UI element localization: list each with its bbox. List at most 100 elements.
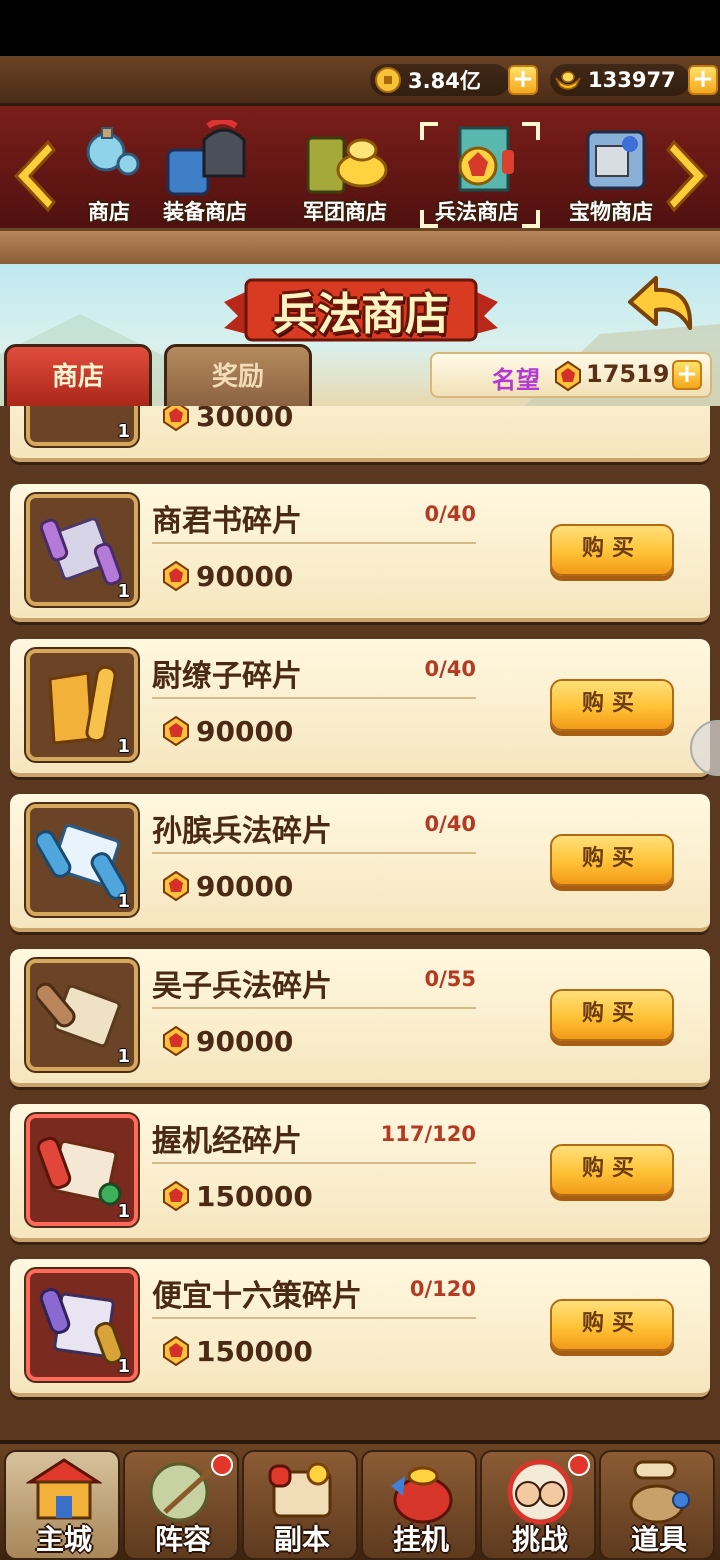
divider xyxy=(152,697,476,699)
item-slot[interactable]: 1 xyxy=(26,649,138,761)
nav-idle[interactable]: 挂机 xyxy=(361,1450,477,1560)
add-coin-button[interactable]: + xyxy=(508,65,538,95)
item-price: 150000 xyxy=(196,1180,313,1213)
item-price: 90000 xyxy=(196,560,294,593)
treasure-icon xyxy=(586,130,646,190)
buy-button[interactable]: 购买 xyxy=(550,679,674,731)
list-item: 1 握机经碎片 117/120 150000 购买 xyxy=(10,1104,710,1242)
tab-legion-shop-label: 军团商店 xyxy=(303,200,387,224)
scroll-bag-icon xyxy=(629,1460,690,1524)
nav-label: 道具 xyxy=(630,1523,687,1556)
item-price: 30000 xyxy=(196,406,294,433)
divider xyxy=(152,1317,476,1319)
tab-war-book-shop[interactable]: 兵法商店 xyxy=(412,120,542,228)
item-count: 1 xyxy=(117,1046,130,1067)
fame-gem-icon xyxy=(163,870,189,902)
notification-badge xyxy=(211,1454,233,1476)
tab-treasure-shop[interactable]: 宝物商店 xyxy=(546,120,676,228)
notification-badge xyxy=(568,1454,590,1476)
item-slot[interactable]: 1 xyxy=(26,959,138,1071)
nav-label: 副本 xyxy=(273,1523,330,1556)
item-slot[interactable]: 1 xyxy=(26,804,138,916)
nav-label: 挑战 xyxy=(511,1523,568,1556)
item-count: 1 xyxy=(117,1356,130,1377)
item-count: 1 xyxy=(117,1201,130,1222)
fame-label: 名望 xyxy=(492,366,540,394)
list-item: 1 30000 xyxy=(10,406,710,462)
list-item: 1 尉缭子碎片 0/40 90000 购买 xyxy=(10,639,710,777)
fame-gem-icon xyxy=(163,715,189,747)
fame-gem-icon xyxy=(163,560,189,592)
list-item: 1 吴子兵法碎片 0/55 90000 购买 xyxy=(10,949,710,1087)
shield-icon xyxy=(149,1462,213,1522)
status-bar xyxy=(0,0,720,56)
item-progress: 0/40 xyxy=(424,812,476,836)
nav-label: 阵容 xyxy=(154,1523,211,1556)
nav-items[interactable]: 道具 xyxy=(599,1450,715,1560)
coin-amount: 3.84亿 xyxy=(408,69,481,93)
divider xyxy=(152,852,476,854)
shop-banner: 兵法商店 商店 奖励 名望 17519 + xyxy=(0,264,720,410)
scroll-map-icon xyxy=(268,1462,332,1518)
tab-equipment-shop[interactable]: 装备商店 xyxy=(140,120,270,228)
buy-button[interactable]: 购买 xyxy=(550,1299,674,1351)
add-fame-button[interactable]: + xyxy=(672,360,702,390)
fame-gem-icon xyxy=(163,1180,189,1212)
coin-icon xyxy=(375,67,401,93)
buy-button[interactable]: 购买 xyxy=(550,989,674,1041)
nav-dungeon[interactable]: 副本 xyxy=(242,1450,358,1560)
coin-counter: 3.84亿 xyxy=(370,64,510,96)
nav-challenge[interactable]: 挑战 xyxy=(480,1450,596,1560)
item-name: 商君书碎片 xyxy=(152,504,302,539)
gold-ingot-icon xyxy=(555,71,581,90)
buy-button[interactable]: 购买 xyxy=(550,524,674,576)
shelf-floor xyxy=(0,228,720,264)
divider xyxy=(152,1162,476,1164)
scroll-icon xyxy=(39,1288,124,1365)
currency-bar: 3.84亿 + 133977 + xyxy=(0,56,720,106)
bottom-nav: 主城 阵容 副本 挂机 挑战 道具 xyxy=(0,1440,720,1560)
ingot-counter: 133977 xyxy=(550,64,690,96)
back-arrow-icon[interactable] xyxy=(622,272,698,336)
list-item: 1 便宜十六策碎片 0/120 150000 购买 xyxy=(10,1259,710,1397)
nav-label: 主城 xyxy=(35,1523,92,1556)
item-slot[interactable]: 1 xyxy=(26,494,138,606)
page-title: 兵法商店 xyxy=(273,289,449,340)
add-ingot-button[interactable]: + xyxy=(688,65,718,95)
list-item: 1 商君书碎片 0/40 90000 购买 xyxy=(10,484,710,622)
item-price: 90000 xyxy=(196,715,294,748)
armor-helmet-icon xyxy=(166,120,246,196)
fame-counter: 名望 17519 + xyxy=(430,352,712,398)
item-name: 尉缭子碎片 xyxy=(152,659,302,694)
item-progress: 0/40 xyxy=(424,657,476,681)
scroll-icon xyxy=(36,824,128,900)
item-count: 1 xyxy=(117,891,130,912)
item-slot[interactable]: 1 xyxy=(26,1114,138,1226)
item-slot[interactable]: 1 xyxy=(26,406,138,446)
tab-rewards[interactable]: 奖励 xyxy=(164,344,312,410)
divider xyxy=(152,542,476,544)
tab-treasure-shop-label: 宝物商店 xyxy=(569,200,653,224)
war-book-icon xyxy=(458,126,514,192)
scroll-icon xyxy=(39,517,123,586)
scroll-icon xyxy=(36,982,121,1048)
castle-icon xyxy=(26,1458,102,1520)
item-list[interactable]: 1 30000 1 商君书碎片 0/40 90000 购买 1 尉缭子碎片 0/… xyxy=(0,406,720,1440)
item-name: 握机经碎片 xyxy=(152,1124,302,1159)
item-name: 便宜十六策碎片 xyxy=(152,1279,362,1314)
item-slot[interactable]: 1 xyxy=(26,1269,138,1381)
nav-main-city[interactable]: 主城 xyxy=(4,1450,120,1560)
nav-lineup[interactable]: 阵容 xyxy=(123,1450,239,1560)
buy-button[interactable]: 购买 xyxy=(550,1144,674,1196)
scroll-icon xyxy=(36,1136,122,1206)
fame-gem-icon xyxy=(163,406,189,432)
tab-store[interactable]: 商店 xyxy=(4,344,152,410)
ingot-amount: 133977 xyxy=(588,68,676,92)
shop-tab-strip: 商店 装备商店 军团商店 兵法商店 宝物商店 xyxy=(0,106,720,264)
chevron-right-icon[interactable] xyxy=(664,136,714,216)
item-price: 90000 xyxy=(196,1025,294,1058)
tab-legion-shop[interactable]: 军团商店 xyxy=(280,120,410,228)
buy-button[interactable]: 购买 xyxy=(550,834,674,886)
item-progress: 0/40 xyxy=(424,502,476,526)
fame-gem-icon xyxy=(555,360,581,392)
